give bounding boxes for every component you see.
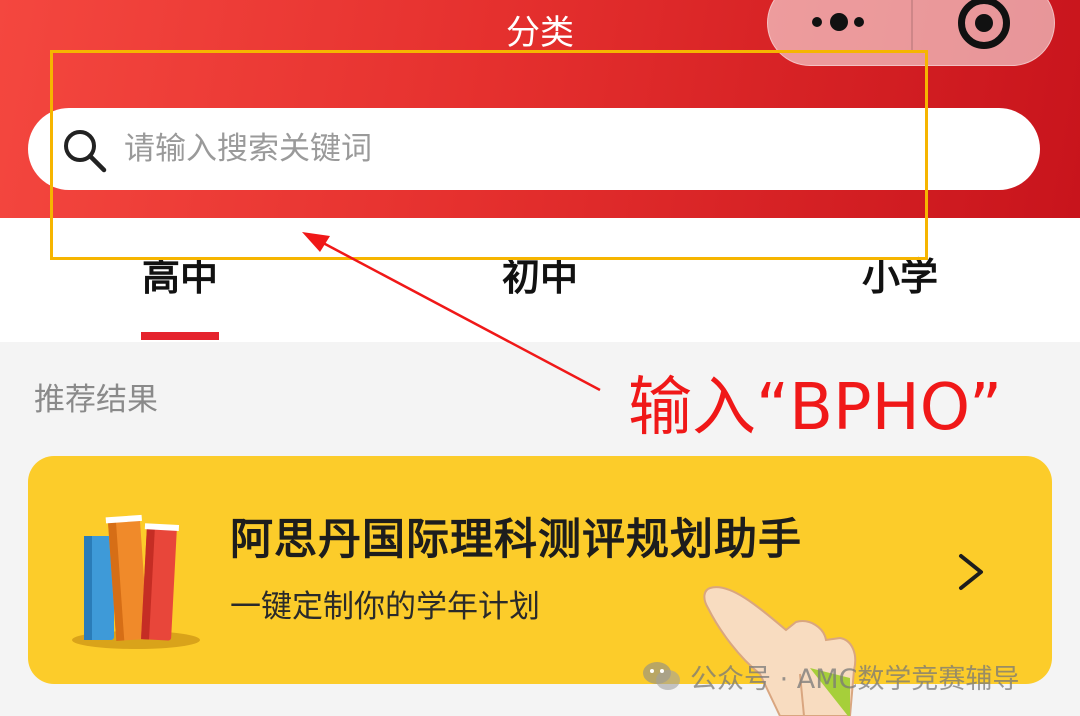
annotation-text: 输入“BPHO” [628,371,1003,445]
chevron-right-icon [959,554,983,590]
capsule-divider [911,0,913,53]
search-icon [64,130,107,173]
watermark: 公众号 · AMC数学竞赛辅导 [642,654,1019,698]
section-label: 推荐结果 [34,382,158,418]
target-close-icon[interactable] [958,0,1010,49]
books-icon [72,514,200,649]
active-tab-indicator [141,332,219,340]
tab-high-school[interactable]: 高中 [100,252,260,302]
card-title: 阿思丹国际理科测评规划助手 [230,515,802,565]
tab-bar: 高中 初中 小学 [0,218,1080,342]
planning-assistant-card[interactable]: 阿思丹国际理科测评规划助手 一键定制你的学年计划 [28,456,1052,684]
mini-program-capsule [767,0,1055,66]
tab-primary-school[interactable]: 小学 [820,252,980,302]
tab-middle-school[interactable]: 初中 [460,252,620,302]
wechat-icon [643,662,680,690]
search-bar[interactable] [28,108,1040,190]
more-dots-icon[interactable] [808,11,878,33]
header-bar: 分类 [0,0,1080,218]
search-input[interactable] [124,124,1004,174]
card-subtitle: 一键定制你的学年计划 [230,589,540,625]
watermark-text: 公众号 · AMC数学竞赛辅导 [690,663,1020,695]
